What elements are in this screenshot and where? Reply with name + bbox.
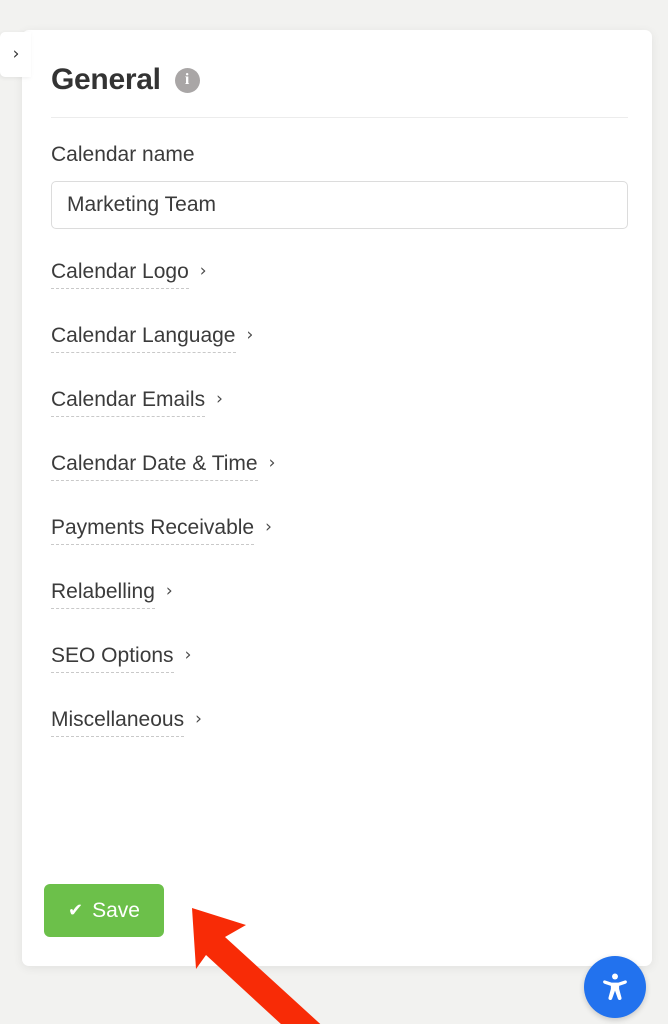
link-label: Calendar Date & Time bbox=[51, 450, 258, 482]
info-icon[interactable]: i bbox=[174, 67, 200, 93]
chevron-right-icon: › bbox=[216, 389, 223, 410]
save-button[interactable]: ✔ Save bbox=[44, 884, 164, 937]
list-item: Calendar Emails › bbox=[51, 386, 630, 450]
list-item: Miscellaneous › bbox=[51, 706, 630, 770]
chevron-right-icon: › bbox=[165, 581, 173, 602]
page-header: General i bbox=[51, 30, 630, 95]
list-item: Relabelling › bbox=[51, 578, 630, 642]
list-item: Calendar Date & Time › bbox=[51, 450, 630, 514]
chevron-right-icon: › bbox=[195, 709, 202, 730]
sidebar-item-relabelling[interactable]: Relabelling › bbox=[51, 578, 173, 610]
link-label: Miscellaneous bbox=[51, 706, 185, 738]
chevron-right-icon: › bbox=[184, 645, 192, 666]
accessibility-button[interactable] bbox=[584, 956, 646, 1018]
list-item: Calendar Logo › bbox=[51, 258, 630, 322]
list-item: Calendar Language › bbox=[51, 322, 630, 386]
page-title: General bbox=[51, 63, 161, 96]
list-item: Payments Receivable › bbox=[51, 514, 630, 578]
calendar-name-input[interactable] bbox=[51, 181, 628, 229]
link-label: Calendar Emails bbox=[51, 386, 206, 418]
settings-panel: General i Calendar name Calendar Logo › … bbox=[22, 30, 652, 966]
settings-panel-content: General i Calendar name Calendar Logo › … bbox=[51, 30, 630, 966]
calendar-name-label: Calendar name bbox=[51, 143, 195, 166]
link-label: Relabelling bbox=[51, 578, 155, 610]
sidebar-item-calendar-emails[interactable]: Calendar Emails › bbox=[51, 386, 223, 418]
chevron-right-icon: › bbox=[268, 453, 276, 474]
chevron-right-icon: › bbox=[246, 325, 254, 346]
sidebar-item-calendar-logo[interactable]: Calendar Logo › bbox=[51, 258, 207, 290]
chevron-right-icon: › bbox=[199, 261, 207, 282]
sidebar-expand-tab[interactable]: › bbox=[0, 32, 31, 77]
chevron-right-icon: › bbox=[265, 517, 272, 538]
sidebar-item-payments-receivable[interactable]: Payments Receivable › bbox=[51, 514, 272, 546]
sidebar-item-calendar-date-time[interactable]: Calendar Date & Time › bbox=[51, 450, 276, 482]
sidebar-item-seo-options[interactable]: SEO Options › bbox=[51, 642, 192, 674]
link-label: Calendar Language bbox=[51, 322, 236, 354]
check-icon: ✔ bbox=[68, 899, 84, 921]
chevron-right-icon: › bbox=[12, 44, 20, 64]
header-divider bbox=[51, 117, 628, 118]
link-label: Calendar Logo bbox=[51, 258, 189, 290]
link-label: Payments Receivable bbox=[51, 514, 255, 546]
link-label: SEO Options bbox=[51, 642, 174, 674]
sidebar-item-miscellaneous[interactable]: Miscellaneous › bbox=[51, 706, 202, 738]
save-button-label: Save bbox=[92, 898, 140, 922]
accessibility-person-icon bbox=[603, 973, 627, 1001]
sidebar-item-calendar-language[interactable]: Calendar Language › bbox=[51, 322, 254, 354]
list-item: SEO Options › bbox=[51, 642, 630, 706]
settings-link-list: Calendar Logo › Calendar Language › Cale… bbox=[51, 258, 630, 770]
